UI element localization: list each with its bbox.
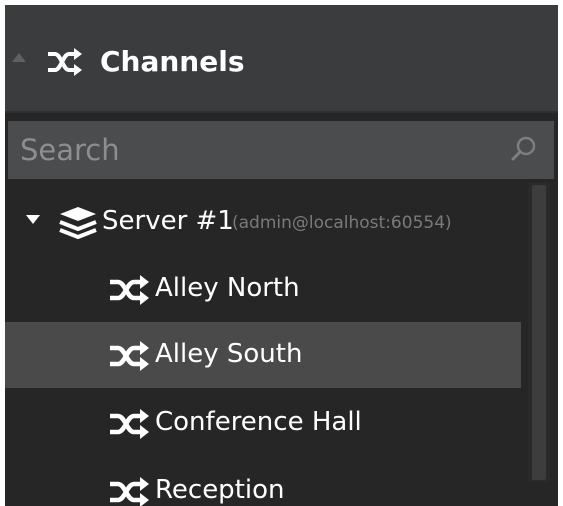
- channels-panel: Channels Server #1 (admin@localhost:6055…: [5, 5, 558, 506]
- server-connection-detail: (admin@localhost:60554): [232, 213, 452, 233]
- panel-header[interactable]: Channels: [5, 5, 558, 113]
- channel-item-alley-north[interactable]: Alley North: [5, 256, 521, 322]
- server-name: Server #1: [102, 206, 234, 236]
- shuffle-icon: [110, 477, 149, 506]
- search-input[interactable]: [8, 121, 488, 179]
- shuffle-icon: [110, 409, 149, 439]
- shuffle-icon: [48, 48, 82, 76]
- channel-label: Alley South: [155, 339, 303, 369]
- expand-arrow-icon[interactable]: [26, 215, 40, 224]
- channel-item-alley-south[interactable]: Alley South: [5, 322, 521, 388]
- collapse-arrow-icon[interactable]: [12, 53, 26, 62]
- channel-label: Alley North: [155, 273, 300, 303]
- shuffle-icon: [110, 341, 149, 371]
- channel-label: Reception: [155, 475, 285, 505]
- channel-tree: Server #1 (admin@localhost:60554) Alley …: [5, 182, 558, 506]
- shuffle-icon: [110, 275, 149, 305]
- panel-title: Channels: [100, 45, 245, 78]
- channel-item-conference-hall[interactable]: Conference Hall: [5, 390, 521, 456]
- search-icon[interactable]: [508, 134, 538, 164]
- layers-icon: [59, 207, 97, 239]
- server-node[interactable]: Server #1 (admin@localhost:60554): [5, 194, 525, 250]
- channel-label: Conference Hall: [155, 407, 362, 437]
- channel-item-reception[interactable]: Reception: [5, 458, 521, 506]
- search-box[interactable]: [8, 121, 554, 179]
